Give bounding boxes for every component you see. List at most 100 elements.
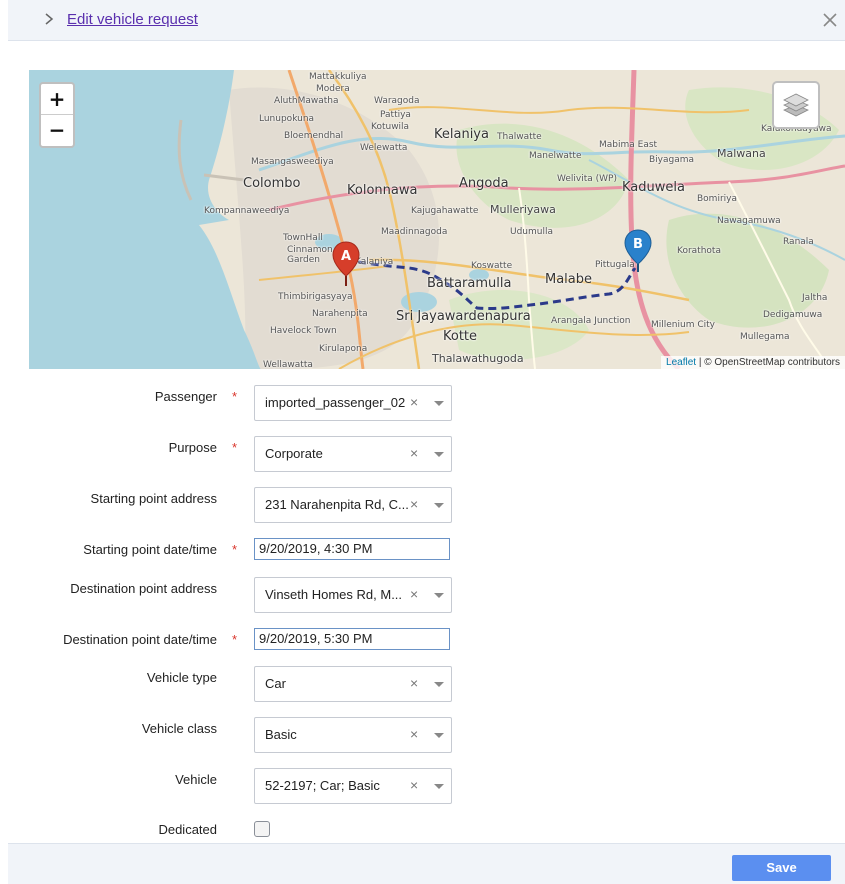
- map-place-label: Kolonnawa: [347, 183, 418, 198]
- clear-icon[interactable]: ×: [410, 586, 418, 602]
- chevron-down-icon[interactable]: [434, 401, 444, 406]
- map-place-label: Dedigamuwa: [763, 310, 823, 320]
- map-place-label: Jaltha: [802, 293, 828, 303]
- required-marker: *: [232, 389, 238, 404]
- clear-icon[interactable]: ×: [410, 675, 418, 691]
- clear-icon[interactable]: ×: [410, 726, 418, 742]
- start-address-label: Starting point address: [90, 491, 217, 506]
- vehicle-class-select[interactable]: Basic ×: [254, 717, 452, 753]
- map-attribution: Leaflet | © OpenStreetMap contributors: [661, 356, 845, 369]
- dialog-footer: [8, 843, 845, 884]
- dest-address-select[interactable]: Vinseth Homes Rd, M... ×: [254, 577, 452, 613]
- layers-icon: [783, 93, 809, 117]
- dest-address-label: Destination point address: [70, 581, 217, 596]
- layers-button[interactable]: [772, 81, 820, 129]
- map-place-label: Masangasweediya: [251, 157, 334, 167]
- map-place-label: Mattakkuliya: [309, 72, 367, 82]
- map-place-label: Malwana: [717, 147, 766, 160]
- map-place-label: Colombo: [243, 176, 301, 191]
- map-place-label: Mulleriyawa: [490, 203, 556, 216]
- clear-icon[interactable]: ×: [410, 394, 418, 410]
- clear-icon[interactable]: ×: [410, 496, 418, 512]
- vehicle-class-label: Vehicle class: [141, 721, 217, 736]
- map-place-label: Kajugahawatte: [411, 206, 479, 216]
- zoom-out-button[interactable]: −: [41, 114, 73, 145]
- vehicle-type-select[interactable]: Car ×: [254, 666, 452, 702]
- dialog-title-link[interactable]: Edit vehicle request: [67, 11, 198, 28]
- map-place-label: Kaduwela: [622, 180, 685, 195]
- chevron-down-icon[interactable]: [434, 593, 444, 598]
- map-place-label: Biyagama: [649, 155, 695, 165]
- map-place-label: Thalwatte: [497, 132, 542, 142]
- passenger-select[interactable]: imported_passenger_02 ×: [254, 385, 452, 421]
- clear-icon[interactable]: ×: [410, 445, 418, 461]
- map-place-label: Wellawatta: [263, 360, 313, 369]
- close-icon[interactable]: [821, 11, 839, 29]
- map-place-label: Modera: [316, 84, 350, 94]
- map-place-label: Kotuwila: [371, 122, 410, 132]
- clear-icon[interactable]: ×: [410, 777, 418, 793]
- map-place-label: Koswatte: [471, 261, 513, 271]
- map-place-label: Kelaniya: [434, 127, 489, 142]
- chevron-down-icon[interactable]: [434, 733, 444, 738]
- purpose-value: Corporate: [265, 446, 323, 461]
- passenger-label: Passenger: [154, 389, 217, 404]
- map-place-label: Ranala: [783, 237, 814, 247]
- map-place-label: AluthMawatha: [274, 96, 339, 106]
- chevron-down-icon[interactable]: [434, 503, 444, 508]
- map-place-label: Malabe: [545, 272, 593, 287]
- dedicated-label: Dedicated: [158, 822, 217, 837]
- map-place-label: Havelock Town: [270, 326, 337, 336]
- map-place-label: Bomiriya: [697, 194, 737, 204]
- marker-a-label: A: [341, 249, 351, 264]
- purpose-select[interactable]: Corporate ×: [254, 436, 452, 472]
- marker-a-icon[interactable]: A: [331, 240, 361, 286]
- vehicle-label: Vehicle: [175, 772, 217, 787]
- chevron-down-icon[interactable]: [434, 452, 444, 457]
- chevron-down-icon[interactable]: [434, 784, 444, 789]
- chevron-down-icon[interactable]: [434, 682, 444, 687]
- passenger-value: imported_passenger_02: [265, 395, 406, 410]
- map-place-label: Udumulla: [510, 227, 553, 237]
- map-place-label: Nawagamuwa: [717, 216, 781, 226]
- map-place-label: Korathota: [677, 246, 721, 256]
- map-place-label: Welivita (WP): [557, 174, 617, 184]
- vehicle-type-label: Vehicle type: [146, 670, 217, 685]
- zoom-in-button[interactable]: +: [41, 84, 73, 114]
- marker-b-label: B: [633, 237, 643, 252]
- save-button[interactable]: Save: [732, 855, 831, 881]
- dialog-header: Edit vehicle request: [8, 0, 845, 41]
- dest-datetime-label: Destination point date/time: [63, 632, 217, 647]
- map-place-label: Kompannaweediya: [204, 206, 290, 216]
- vehicle-class-value: Basic: [265, 727, 297, 742]
- map-place-label: Millenium City: [651, 320, 715, 330]
- start-datetime-input[interactable]: 9/20/2019, 4:30 PM: [254, 538, 450, 560]
- map-place-label: Sri Jayawardenapura: [396, 309, 531, 324]
- required-marker: *: [232, 542, 238, 557]
- map-place-label: Welewatta: [360, 143, 408, 153]
- map-place-label: Manelwatte: [529, 151, 582, 161]
- map-place-label: Thimbirigasyaya: [278, 292, 353, 302]
- start-datetime-label: Starting point date/time: [83, 542, 217, 557]
- map-place-label: Narahenpita: [312, 309, 368, 319]
- start-address-select[interactable]: 231 Narahenpita Rd, C... ×: [254, 487, 452, 523]
- attribution-text: | © OpenStreetMap contributors: [696, 357, 840, 368]
- map-place-label: Maadinnagoda: [381, 227, 448, 237]
- leaflet-link[interactable]: Leaflet: [666, 357, 696, 368]
- marker-b-icon[interactable]: B: [623, 228, 653, 274]
- chevron-right-icon[interactable]: [42, 11, 56, 27]
- dedicated-checkbox[interactable]: [254, 821, 270, 837]
- route-map[interactable]: Mattakkuliya Modera AluthMawatha Waragod…: [29, 70, 845, 369]
- map-place-label: Lunupokuna: [259, 114, 315, 124]
- map-place-label: Waragoda: [374, 96, 420, 106]
- vehicle-type-value: Car: [265, 676, 286, 691]
- map-place-label: Battaramulla: [427, 276, 512, 291]
- vehicle-select[interactable]: 52-2197; Car; Basic ×: [254, 768, 452, 804]
- dest-datetime-input[interactable]: 9/20/2019, 5:30 PM: [254, 628, 450, 650]
- dest-address-value: Vinseth Homes Rd, M...: [265, 587, 403, 602]
- zoom-control: + −: [39, 82, 75, 148]
- map-place-label: Pattiya: [380, 110, 411, 120]
- map-place-label: Arangala Junction: [551, 316, 631, 326]
- map-place-label: Mullegama: [740, 332, 790, 342]
- map-place-label: TownHall: [283, 233, 323, 243]
